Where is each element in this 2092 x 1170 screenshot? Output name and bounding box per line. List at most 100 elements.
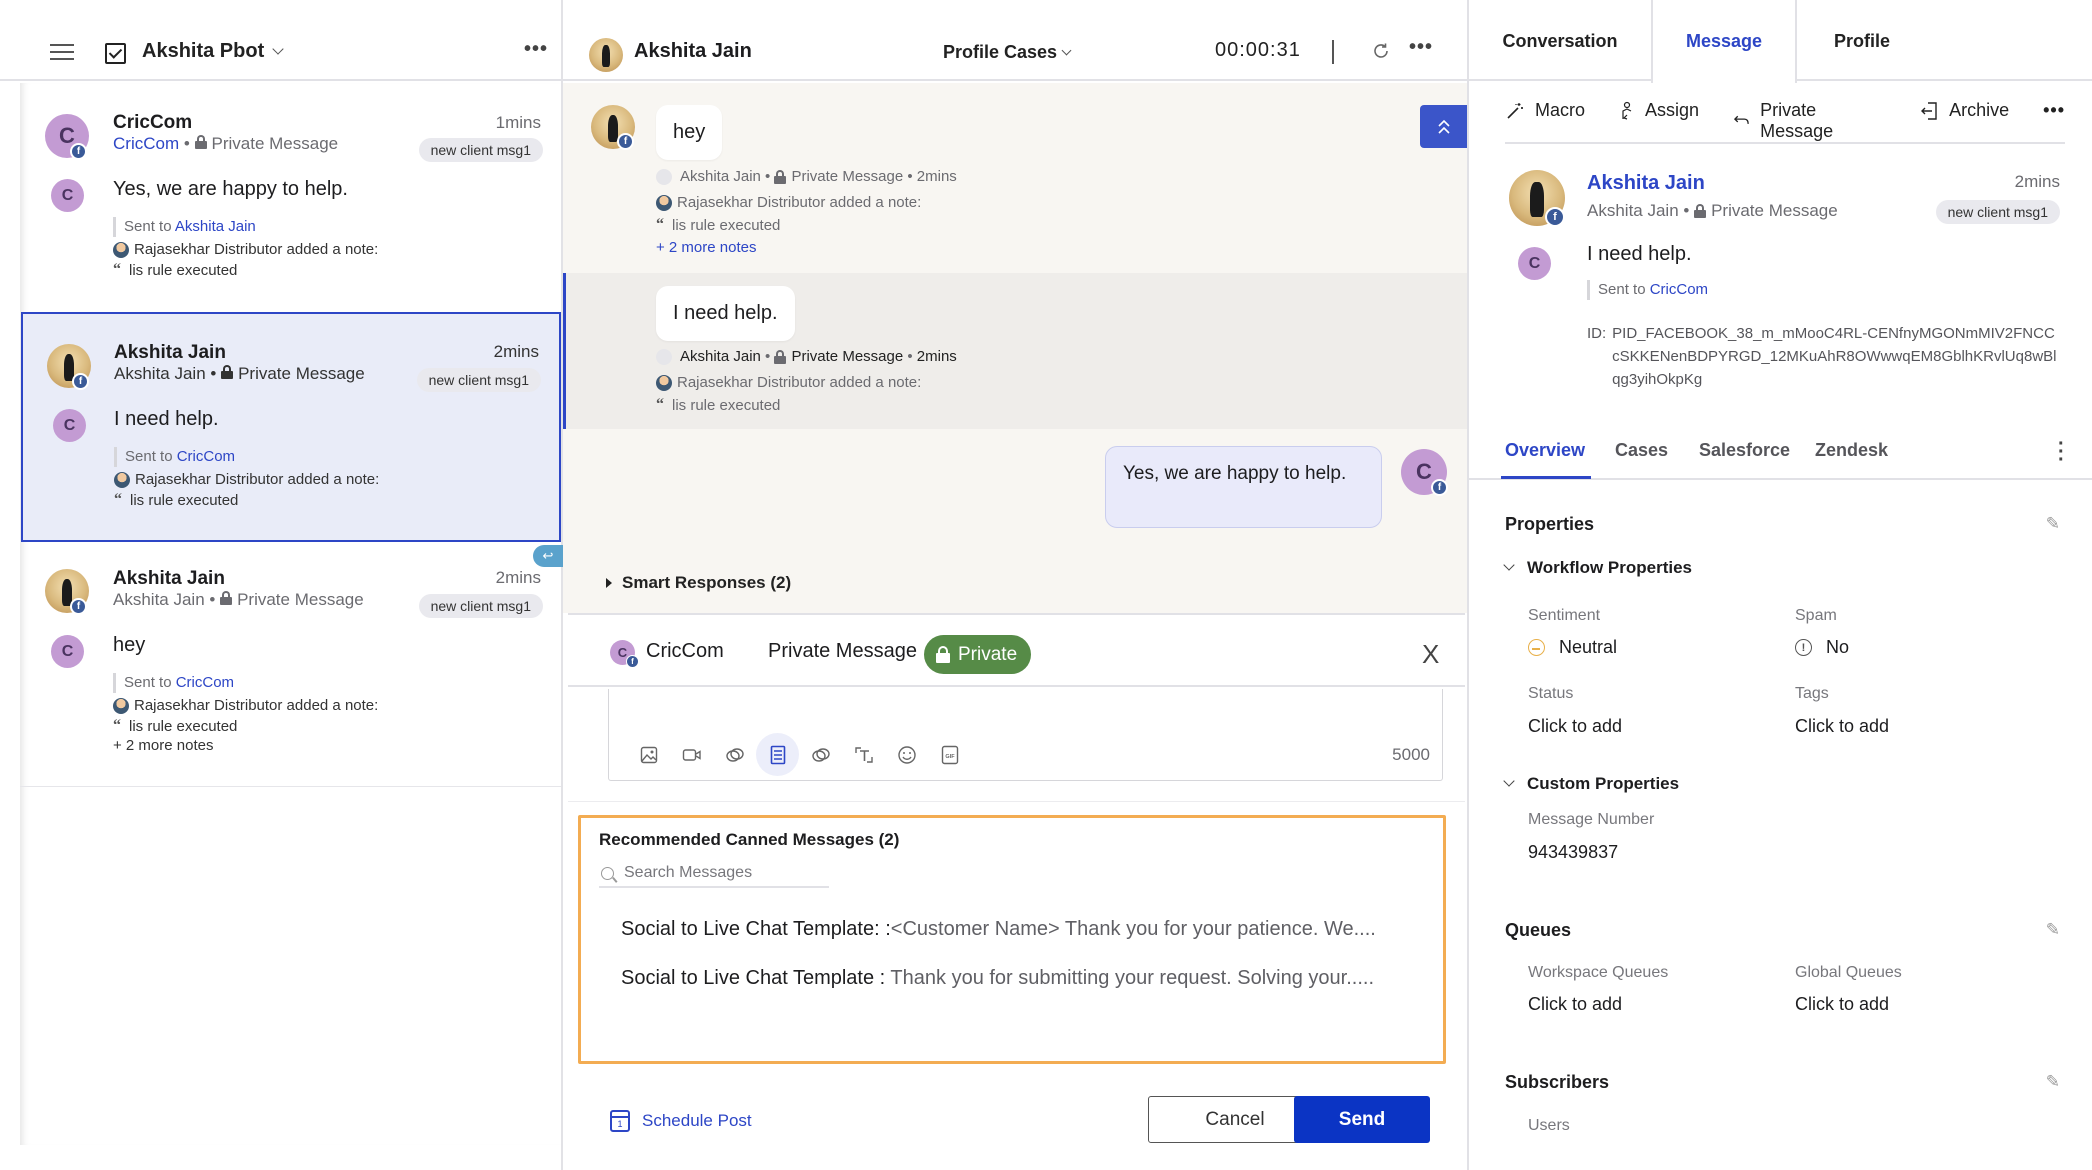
tags-value[interactable]: Click to add xyxy=(1795,716,1889,737)
list-divider xyxy=(20,786,561,787)
contact-name[interactable]: Akshita Jain xyxy=(634,40,752,63)
link-icon[interactable] xyxy=(713,733,756,776)
privacy-badge[interactable]: Private xyxy=(924,635,1032,674)
note-text: “lis rule executed xyxy=(113,261,238,279)
more-options-icon[interactable]: ••• xyxy=(1409,36,1433,59)
scroll-to-top-button[interactable] xyxy=(1420,105,1467,148)
sent-to: Sent to Akshita Jain xyxy=(113,217,256,237)
sender-name[interactable]: Akshita Jain xyxy=(1587,172,1705,195)
image-icon[interactable] xyxy=(627,733,670,776)
sentiment-label: Sentiment xyxy=(1528,607,1601,624)
conversation-card-selected[interactable]: f Akshita Jain Akshita Jain • Private Me… xyxy=(21,312,561,542)
assign-button[interactable]: Assign xyxy=(1619,100,1699,121)
menu-icon[interactable] xyxy=(50,44,74,60)
tab-profile[interactable]: Profile xyxy=(1797,0,1927,83)
sent-to: Sent to CricCom xyxy=(113,673,234,693)
edit-icon[interactable]: ✎ xyxy=(2046,920,2060,940)
canned-message-icon[interactable] xyxy=(756,733,799,776)
canned-search[interactable] xyxy=(599,860,829,888)
conversation-list-pane: Akshita Pbot ••• C f CricCom CricCom • P… xyxy=(0,0,563,1170)
tag-badge[interactable]: new client msg1 xyxy=(416,368,541,392)
subtab-salesforce[interactable]: Salesforce xyxy=(1699,440,1790,461)
divider xyxy=(568,801,1465,802)
tab-message[interactable]: Message xyxy=(1651,0,1797,83)
status-value[interactable]: Click to add xyxy=(1528,716,1622,737)
subtab-cases[interactable]: Cases xyxy=(1615,440,1668,461)
canned-messages-panel: Recommended Canned Messages (2) Social t… xyxy=(578,815,1446,1064)
message-actions: Macro Assign Private Message Archive ••• xyxy=(1505,100,2065,144)
smart-responses-toggle[interactable]: Smart Responses (2) xyxy=(606,573,791,593)
account-name[interactable]: CricCom xyxy=(646,640,724,663)
edit-icon[interactable]: ✎ xyxy=(2046,514,2060,534)
note-author: Rajasekhar Distributor added a note: xyxy=(656,194,921,211)
subtab-zendesk[interactable]: Zendesk xyxy=(1815,440,1888,461)
search-messages-input[interactable] xyxy=(624,864,814,882)
video-icon[interactable] xyxy=(670,733,713,776)
sent-to-link[interactable]: CricCom xyxy=(177,448,235,465)
contact-avatar xyxy=(589,38,623,72)
more-options-icon[interactable]: ••• xyxy=(2043,100,2065,121)
macro-button[interactable]: Macro xyxy=(1505,100,1585,121)
emoji-icon[interactable] xyxy=(885,733,928,776)
more-notes-link[interactable]: + 2 more notes xyxy=(656,239,756,256)
properties-title: Properties xyxy=(1505,514,1595,534)
edit-icon[interactable]: ✎ xyxy=(2046,1072,2060,1092)
facebook-icon: f xyxy=(72,373,89,390)
sentiment-value[interactable]: Neutral xyxy=(1528,637,1617,658)
workspace-selector[interactable]: Akshita Pbot xyxy=(142,40,284,63)
schedule-post-button[interactable]: 1 Schedule Post xyxy=(610,1110,752,1132)
spam-value[interactable]: ! No xyxy=(1795,637,1849,658)
canned-message-item[interactable]: Social to Live Chat Template: :<Customer… xyxy=(621,918,1376,941)
lock-icon xyxy=(220,591,233,605)
tag-badge[interactable]: new client msg1 xyxy=(418,594,543,618)
custom-properties-toggle[interactable]: Custom Properties xyxy=(1503,774,1679,794)
status-label: Status xyxy=(1528,685,1574,702)
sent-to-link[interactable]: CricCom xyxy=(176,674,234,691)
archive-button[interactable]: Archive xyxy=(1921,100,2009,121)
message-editor[interactable]: GIF 5000 xyxy=(608,689,1443,781)
workspace-name: Akshita Pbot xyxy=(142,40,265,62)
subscribers-title: Subscribers xyxy=(1505,1072,1610,1092)
subtab-overview[interactable]: Overview xyxy=(1505,440,1585,461)
lock-icon xyxy=(194,135,207,149)
facebook-icon: f xyxy=(70,143,87,160)
profile-cases-dropdown[interactable]: Profile Cases xyxy=(943,42,1072,63)
tag-badge[interactable]: new client msg1 xyxy=(1935,200,2060,224)
workspace-queues-value[interactable]: Click to add xyxy=(1528,994,1622,1015)
tag-badge[interactable]: new client msg1 xyxy=(418,138,543,162)
close-icon[interactable]: X xyxy=(1422,639,1439,670)
sent-to-link[interactable]: Akshita Jain xyxy=(175,218,256,235)
private-message-button[interactable]: Private Message xyxy=(1733,100,1887,142)
reply-icon xyxy=(1734,115,1749,124)
message-type[interactable]: Private Message xyxy=(768,640,917,663)
neutral-face-icon xyxy=(1528,639,1545,656)
queues-title: Queues xyxy=(1505,920,1572,940)
tab-conversation[interactable]: Conversation xyxy=(1469,0,1651,83)
sent-to: Sent to CricCom xyxy=(1587,280,1708,300)
search-icon xyxy=(601,866,614,880)
conversation-card[interactable]: f Akshita Jain Akshita Jain • Private Me… xyxy=(20,545,561,785)
link-alt-icon[interactable] xyxy=(799,733,842,776)
global-queues-value[interactable]: Click to add xyxy=(1795,994,1889,1015)
more-notes-link[interactable]: + 2 more notes xyxy=(113,737,213,754)
select-all-checkbox[interactable] xyxy=(105,43,126,64)
conversation-card[interactable]: C f CricCom CricCom • Private Message 1m… xyxy=(20,83,561,311)
composer-header: C f CricCom Private Message Private X xyxy=(568,615,1465,687)
more-options-icon[interactable]: ••• xyxy=(524,38,548,61)
send-button[interactable]: Send xyxy=(1294,1096,1430,1143)
gif-icon[interactable]: GIF xyxy=(928,733,971,776)
status-dot xyxy=(656,348,672,365)
conversation-name: Akshita Jain xyxy=(114,342,226,363)
facebook-icon: f xyxy=(1545,207,1565,227)
refresh-icon[interactable] xyxy=(1371,41,1391,61)
magic-wand-icon xyxy=(1507,102,1523,119)
sent-to: Sent to CricCom xyxy=(114,447,235,467)
workflow-properties-toggle[interactable]: Workflow Properties xyxy=(1503,558,1692,578)
canned-message-item[interactable]: Social to Live Chat Template : Thank you… xyxy=(621,967,1374,990)
note-author: Rajasekhar Distributor added a note: xyxy=(113,241,378,258)
quote-icon: “ xyxy=(656,216,664,233)
text-format-icon[interactable] xyxy=(842,733,885,776)
sent-to-link[interactable]: CricCom xyxy=(1650,281,1708,298)
kebab-menu-icon[interactable]: · · · xyxy=(2058,434,2065,470)
chevron-down-icon xyxy=(1503,775,1515,787)
